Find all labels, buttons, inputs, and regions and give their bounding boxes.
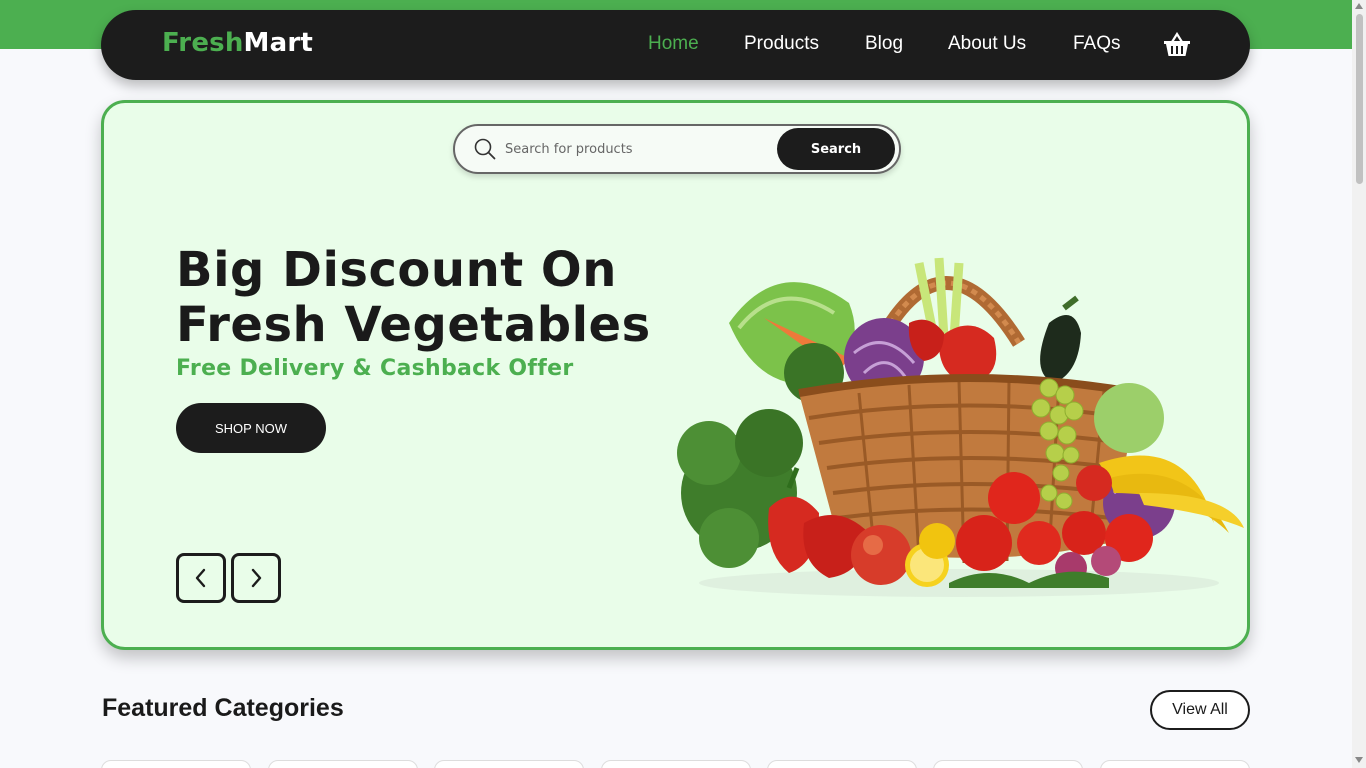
search-icon — [474, 138, 496, 160]
category-card[interactable] — [933, 760, 1083, 768]
hero-banner: Search Big Discount On Fresh Vegetables … — [101, 100, 1250, 650]
nav-link-about-us[interactable]: About Us — [948, 33, 1026, 55]
shop-now-button[interactable]: SHOP NOW — [176, 403, 326, 453]
view-all-button[interactable]: View All — [1150, 690, 1250, 730]
scrollbar-thumb[interactable] — [1356, 14, 1363, 184]
search-bar: Search — [453, 124, 901, 174]
search-button[interactable]: Search — [777, 128, 895, 170]
nav-link-blog[interactable]: Blog — [865, 33, 903, 55]
chevron-right-icon — [251, 568, 262, 588]
chevron-left-icon — [195, 568, 206, 588]
category-card[interactable] — [601, 760, 751, 768]
featured-categories-title: Featured Categories — [102, 694, 344, 722]
hero-title-line2: Fresh Vegetables — [176, 297, 651, 353]
nav-link-faqs[interactable]: FAQs — [1073, 33, 1121, 55]
nav-link-home[interactable]: Home — [648, 33, 699, 55]
category-card[interactable] — [1100, 760, 1250, 768]
hero-subtitle: Free Delivery & Cashback Offer — [176, 356, 574, 381]
nav-links: Home Products Blog About Us FAQs — [101, 10, 1250, 80]
category-card[interactable] — [268, 760, 418, 768]
hero-title-line1: Big Discount On — [176, 242, 617, 298]
basket-icon[interactable] — [1163, 31, 1191, 58]
carousel-prev-button[interactable] — [176, 553, 226, 603]
nav-link-products[interactable]: Products — [744, 33, 819, 55]
hero-title: Big Discount On Fresh Vegetables — [176, 243, 696, 353]
search-input[interactable] — [505, 135, 770, 163]
category-card[interactable] — [434, 760, 584, 768]
page-scrollbar[interactable] — [1352, 0, 1366, 768]
carousel-next-button[interactable] — [231, 553, 281, 603]
scroll-up-icon[interactable] — [1355, 3, 1363, 9]
scroll-down-icon[interactable] — [1355, 757, 1363, 763]
category-card[interactable] — [101, 760, 251, 768]
category-card[interactable] — [767, 760, 917, 768]
vegetable-basket-image — [677, 257, 1244, 597]
navbar: FreshMart Home Products Blog About Us FA… — [101, 10, 1250, 80]
